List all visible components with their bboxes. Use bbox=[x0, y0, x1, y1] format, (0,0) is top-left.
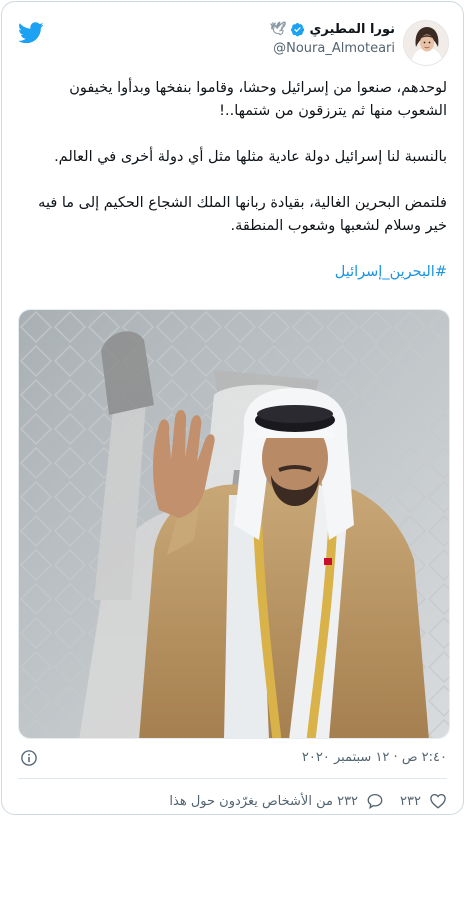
verified-badge-icon bbox=[291, 23, 305, 37]
reply-text: ٢٣٢ من الأشخاص يغرّدون حول هذا bbox=[169, 793, 359, 809]
tweet-actions: ٢٣٢ ٢٣٢ من الأشخاص يغرّدون حول هذا bbox=[18, 789, 447, 813]
avatar-image bbox=[404, 21, 448, 65]
tweet-paragraph: لوحدهم، صنعوا من إسرائيل وحشا، وقاموا بن… bbox=[69, 80, 447, 119]
tweet-paragraph: فلتمض البحرين الغالية، بقيادة ربانها الم… bbox=[38, 195, 447, 234]
tweet-card: نورا المطيري 🕊 @Noura_Almoteari لوحدهم، … bbox=[1, 1, 464, 815]
reply-conversation-button[interactable]: ٢٣٢ من الأشخاص يغرّدون حول هذا bbox=[169, 792, 384, 810]
avatar[interactable] bbox=[403, 20, 449, 66]
speech-bubble-icon bbox=[367, 793, 383, 809]
hashtag-link[interactable]: #البحرين_إسرائيل bbox=[335, 264, 447, 280]
info-icon[interactable] bbox=[20, 749, 38, 767]
author-display-name-row: نورا المطيري 🕊 bbox=[270, 22, 395, 37]
photo-illustration bbox=[19, 310, 449, 738]
heart-icon bbox=[430, 793, 446, 809]
tweet-paragraph: بالنسبة لنا إسرائيل دولة عادية مثلها مثل… bbox=[54, 149, 447, 165]
dove-emoji: 🕊 bbox=[269, 22, 287, 37]
tweet-meta: ٢:٤٠ ص · ١٢ سبتمبر ٢٠٢٠ bbox=[18, 747, 447, 771]
twitter-bird-icon[interactable] bbox=[18, 22, 44, 44]
divider bbox=[18, 778, 447, 779]
like-button[interactable]: ٢٣٢ bbox=[400, 792, 447, 810]
like-count: ٢٣٢ bbox=[400, 793, 421, 809]
tweet-text: لوحدهم، صنعوا من إسرائيل وحشا، وقاموا بن… bbox=[18, 77, 447, 284]
author-handle[interactable]: @Noura_Almoteari bbox=[270, 41, 395, 56]
author-display-name: نورا المطيري bbox=[309, 22, 395, 37]
tweet-timestamp[interactable]: ٢:٤٠ ص · ١٢ سبتمبر ٢٠٢٠ bbox=[302, 750, 447, 765]
tweet-header: نورا المطيري 🕊 @Noura_Almoteari bbox=[16, 20, 449, 76]
author-block[interactable]: نورا المطيري 🕊 @Noura_Almoteari bbox=[270, 22, 395, 56]
tweet-photo[interactable] bbox=[18, 309, 450, 739]
